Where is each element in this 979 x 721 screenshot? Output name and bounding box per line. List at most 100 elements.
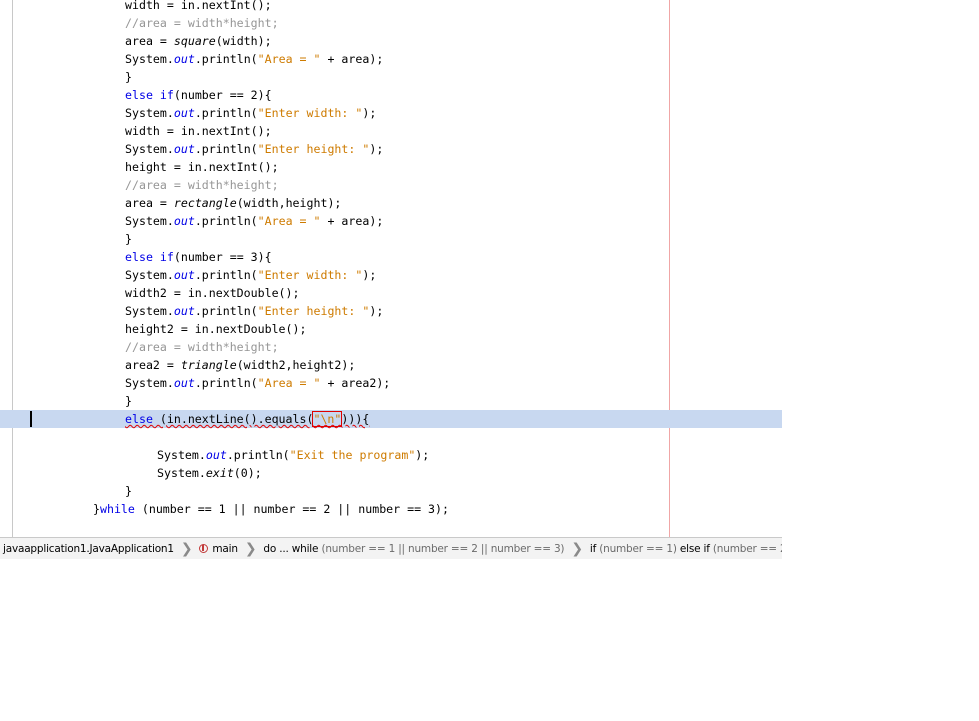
breadcrumb-method-label: main bbox=[212, 542, 238, 555]
code-token: System. bbox=[125, 106, 174, 120]
code-token: (width); bbox=[215, 34, 272, 48]
code-token: while bbox=[99, 502, 135, 516]
code-line[interactable]: //area = width*height; bbox=[0, 338, 782, 356]
code-token: .println( bbox=[226, 448, 290, 462]
code-token: //area = width*height; bbox=[125, 16, 279, 30]
code-token: (number == 2){ bbox=[173, 88, 272, 102]
code-area[interactable]: width = in.nextInt(); //area = width*heig… bbox=[0, 0, 782, 518]
code-token: ); bbox=[369, 304, 384, 318]
code-editor[interactable]: width = in.nextInt(); //area = width*heig… bbox=[0, 0, 782, 537]
code-token: .println( bbox=[194, 106, 258, 120]
code-token: ); bbox=[369, 142, 384, 156]
code-line[interactable]: height = in.nextInt(); bbox=[0, 158, 782, 176]
code-line[interactable]: width = in.nextInt(); bbox=[0, 122, 782, 140]
code-line[interactable]: area = square(width); bbox=[0, 32, 782, 50]
code-line[interactable]: System.out.println("Exit the program"); bbox=[0, 446, 782, 464]
code-token: "\n" bbox=[312, 411, 343, 427]
code-token: out bbox=[173, 52, 195, 66]
code-token: } bbox=[93, 502, 100, 516]
code-line[interactable]: //area = width*height; bbox=[0, 176, 782, 194]
code-line[interactable]: width = in.nextInt(); bbox=[0, 0, 782, 14]
code-token: (number == 1 || number == 2 || number ==… bbox=[134, 502, 449, 516]
breadcrumb-if[interactable]: if (number == 1) else if (number == 2) e… bbox=[587, 543, 782, 555]
code-token: System. bbox=[125, 142, 174, 156]
code-token: (number == 3){ bbox=[173, 250, 272, 264]
code-line[interactable]: height2 = in.nextDouble(); bbox=[0, 320, 782, 338]
code-token: "Area = " bbox=[257, 214, 321, 228]
code-token: .println( bbox=[194, 304, 258, 318]
code-line[interactable]: System.out.println("Enter height: "); bbox=[0, 140, 782, 158]
code-line[interactable] bbox=[0, 428, 782, 446]
code-token: else bbox=[125, 412, 153, 426]
code-line[interactable]: System.out.println("Enter width: "); bbox=[0, 266, 782, 284]
code-token: System. bbox=[125, 376, 174, 390]
code-token: "Area = " bbox=[257, 376, 321, 390]
code-token: System. bbox=[157, 466, 206, 480]
code-line[interactable]: width2 = in.nextDouble(); bbox=[0, 284, 782, 302]
breadcrumb-if-prefix: if bbox=[589, 542, 597, 555]
code-token: System. bbox=[157, 448, 206, 462]
code-token: System. bbox=[125, 214, 174, 228]
breadcrumb-loop-condition: (number == 1 || number == 2 || number ==… bbox=[321, 542, 565, 555]
method-icon bbox=[199, 544, 209, 553]
breadcrumb-if-cond2: (number == 2) bbox=[712, 542, 782, 555]
code-token: (in.nextLine().equals( bbox=[152, 412, 314, 426]
code-token: "Enter width: " bbox=[257, 268, 363, 282]
code-token: (0); bbox=[233, 466, 262, 480]
code-line[interactable]: } bbox=[0, 68, 782, 86]
code-token: } bbox=[125, 70, 132, 84]
code-token: else if bbox=[125, 250, 174, 264]
chevron-right-icon: ❯ bbox=[180, 540, 193, 557]
code-token: .println( bbox=[194, 376, 258, 390]
code-token: rectangle bbox=[173, 196, 237, 210]
chevron-right-icon: ❯ bbox=[571, 540, 583, 557]
code-token: else if bbox=[125, 88, 174, 102]
code-token: height2 = in.nextDouble(); bbox=[125, 322, 307, 336]
code-line[interactable]: } bbox=[0, 392, 782, 410]
breadcrumb-method[interactable]: main bbox=[196, 543, 240, 555]
code-token: triangle bbox=[180, 358, 237, 372]
chevron-right-icon: ❯ bbox=[244, 540, 257, 557]
code-line[interactable]: area2 = triangle(width2,height2); bbox=[0, 356, 782, 374]
code-token: + area2); bbox=[320, 376, 391, 390]
code-line[interactable]: } bbox=[0, 230, 782, 248]
code-line[interactable]: System.out.println("Enter width: "); bbox=[0, 104, 782, 122]
code-token: .println( bbox=[194, 142, 258, 156]
breadcrumb-loop[interactable]: do ... while (number == 1 || number == 2… bbox=[260, 543, 567, 555]
code-line[interactable]: //area = width*height; bbox=[0, 14, 782, 32]
breadcrumb-class[interactable]: javaapplication1.JavaApplication1 bbox=[0, 543, 177, 555]
code-token: System. bbox=[125, 304, 174, 318]
navigation-breadcrumb: javaapplication1.JavaApplication1 ❯ main… bbox=[0, 537, 782, 559]
code-token: ); bbox=[362, 268, 377, 282]
code-line[interactable]: } bbox=[0, 482, 782, 500]
code-token: "Enter height: " bbox=[257, 304, 370, 318]
code-line-current[interactable]: else (in.nextLine().equals("\n"))){ bbox=[0, 410, 782, 428]
text-caret bbox=[30, 411, 32, 427]
code-line[interactable]: else if(number == 3){ bbox=[0, 248, 782, 266]
code-line[interactable]: System.exit(0); bbox=[0, 464, 782, 482]
code-token: + area); bbox=[320, 52, 384, 66]
code-token: System. bbox=[125, 268, 174, 282]
breadcrumb-if-cond1: (number == 1) bbox=[599, 542, 677, 555]
code-line[interactable]: }while (number == 1 || number == 2 || nu… bbox=[0, 500, 782, 518]
code-token: //area = width*height; bbox=[125, 340, 279, 354]
code-token: area2 = bbox=[125, 358, 181, 372]
code-line[interactable]: System.out.println("Area = " + area); bbox=[0, 212, 782, 230]
code-token: out bbox=[173, 142, 195, 156]
code-line[interactable]: System.out.println("Enter height: "); bbox=[0, 302, 782, 320]
code-line[interactable]: System.out.println("Area = " + area2); bbox=[0, 374, 782, 392]
code-token: width = in.nextInt(); bbox=[125, 0, 272, 12]
code-token: //area = width*height; bbox=[125, 178, 279, 192]
code-token: .println( bbox=[194, 52, 258, 66]
breadcrumb-loop-prefix: do ... while bbox=[263, 542, 319, 555]
code-token: out bbox=[173, 214, 195, 228]
code-token: "Enter width: " bbox=[257, 106, 363, 120]
code-line[interactable]: area = rectangle(width,height); bbox=[0, 194, 782, 212]
code-line[interactable]: System.out.println("Area = " + area); bbox=[0, 50, 782, 68]
code-token: "Area = " bbox=[257, 52, 321, 66]
code-token: exit bbox=[205, 466, 234, 480]
code-line[interactable]: else if(number == 2){ bbox=[0, 86, 782, 104]
code-token: out bbox=[173, 106, 195, 120]
code-token: .println( bbox=[194, 214, 258, 228]
code-token: + area); bbox=[320, 214, 384, 228]
